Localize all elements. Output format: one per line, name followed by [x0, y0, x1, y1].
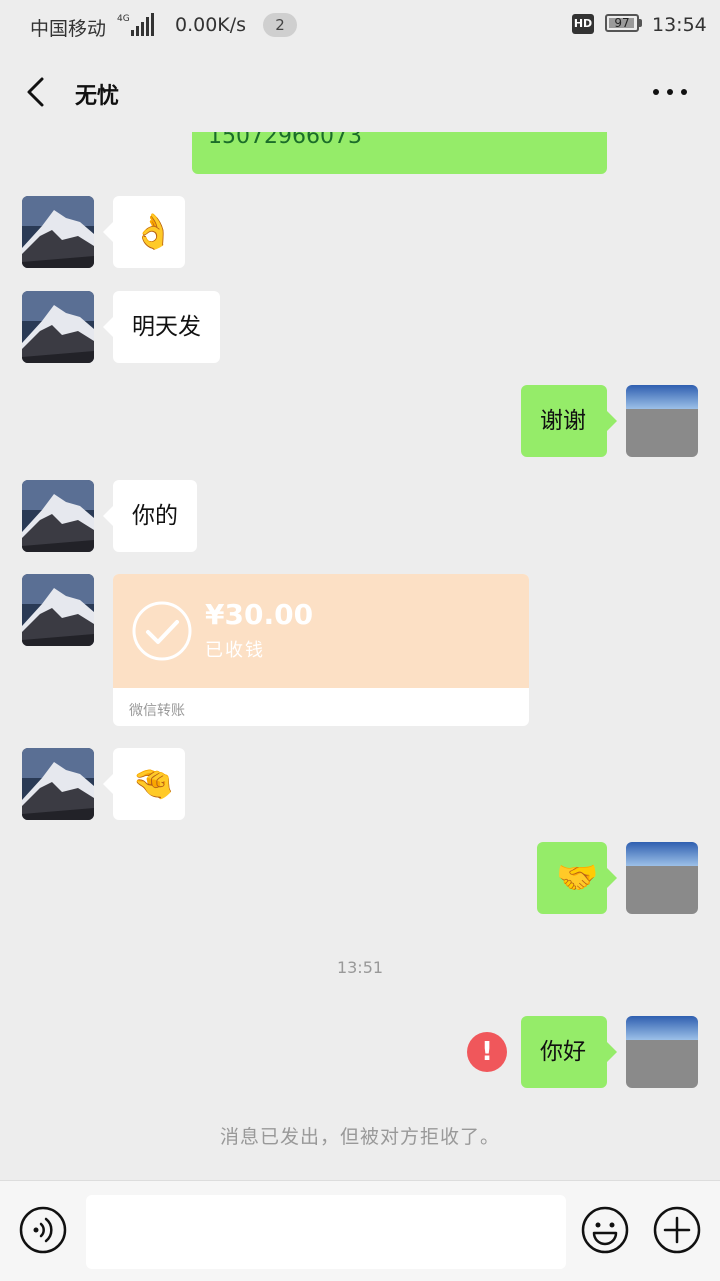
mountain-avatar-image	[22, 748, 94, 820]
chat-area[interactable]: 15072966073 👌 明天发 谢谢 你的 ¥30.00 已收钱 微信转账 …	[0, 132, 720, 1180]
plus-icon[interactable]	[653, 1206, 701, 1254]
message-text: 你好	[540, 1039, 586, 1065]
system-notice: 消息已发出，但被对方拒收了。	[219, 1126, 500, 1148]
contact-avatar[interactable]	[22, 574, 94, 646]
status-bar: 中国移动 4G 0.00K/s 2 HD 97 13:54	[0, 0, 720, 52]
message-bubble-outgoing[interactable]: 你好	[521, 1016, 617, 1088]
sky-avatar-image	[626, 842, 698, 914]
carrier-label: 中国移动	[30, 18, 107, 40]
message-bubble-outgoing[interactable]: 谢谢	[521, 385, 617, 457]
mountain-avatar-image	[22, 574, 94, 646]
transfer-status: 已收钱	[205, 640, 265, 661]
network-speed: 0.00K/s	[175, 14, 247, 36]
contact-avatar[interactable]	[22, 291, 94, 363]
contact-avatar[interactable]	[22, 480, 94, 552]
message-bubble-incoming[interactable]: 👌	[103, 196, 185, 268]
input-bar	[0, 1180, 720, 1281]
nav-bar: 无忧	[0, 52, 720, 132]
chevron-left-icon[interactable]	[20, 74, 56, 110]
message-bubble-incoming[interactable]: 明天发	[103, 291, 220, 363]
battery-level: 97	[614, 16, 630, 30]
handshake-emoji: 🤝	[556, 858, 599, 898]
my-avatar[interactable]	[626, 1016, 698, 1088]
my-avatar[interactable]	[626, 842, 698, 914]
more-dots-icon[interactable]	[648, 76, 692, 108]
transfer-amount: ¥30.00	[205, 598, 314, 631]
notification-badge: 2	[263, 13, 297, 37]
emoji-icon[interactable]	[581, 1206, 629, 1254]
mountain-avatar-image	[22, 480, 94, 552]
chat-title: 无忧	[75, 84, 120, 109]
message-timestamp: 13:51	[336, 958, 384, 977]
contact-avatar[interactable]	[22, 748, 94, 820]
message-input[interactable]	[86, 1195, 566, 1269]
contact-avatar[interactable]	[22, 196, 94, 268]
battery-tip	[639, 19, 642, 27]
clock: 13:54	[652, 14, 707, 36]
error-icon[interactable]: !	[467, 1032, 507, 1072]
message-text: 谢谢	[540, 408, 586, 434]
outgoing-bubble-partial[interactable]: 15072966073	[192, 132, 607, 174]
message-bubble-outgoing[interactable]: 🤝	[537, 842, 617, 914]
battery-icon: 97	[605, 14, 639, 32]
check-circle-icon	[132, 601, 192, 661]
hd-icon: HD	[572, 14, 594, 34]
message-text: 你的	[132, 503, 178, 529]
sky-avatar-image	[626, 385, 698, 457]
network-type-label: 4G	[117, 14, 130, 24]
pinching-hand-emoji: 🤏	[132, 764, 175, 804]
my-avatar[interactable]	[626, 385, 698, 457]
transfer-card-top: ¥30.00 已收钱	[113, 574, 529, 688]
sky-avatar-image	[626, 1016, 698, 1088]
transfer-label: 微信转账	[129, 703, 185, 719]
signal-icon: 4G	[117, 13, 154, 36]
mountain-avatar-image	[22, 196, 94, 268]
phone-number-text: 15072966073	[208, 132, 362, 149]
message-bubble-incoming[interactable]: 🤏	[103, 748, 185, 820]
voice-icon[interactable]	[19, 1206, 67, 1254]
transfer-card[interactable]: ¥30.00 已收钱 微信转账	[113, 574, 529, 726]
mountain-avatar-image	[22, 291, 94, 363]
ok-hand-emoji: 👌	[132, 212, 175, 252]
message-bubble-incoming[interactable]: 你的	[103, 480, 197, 552]
message-text: 明天发	[132, 314, 201, 340]
